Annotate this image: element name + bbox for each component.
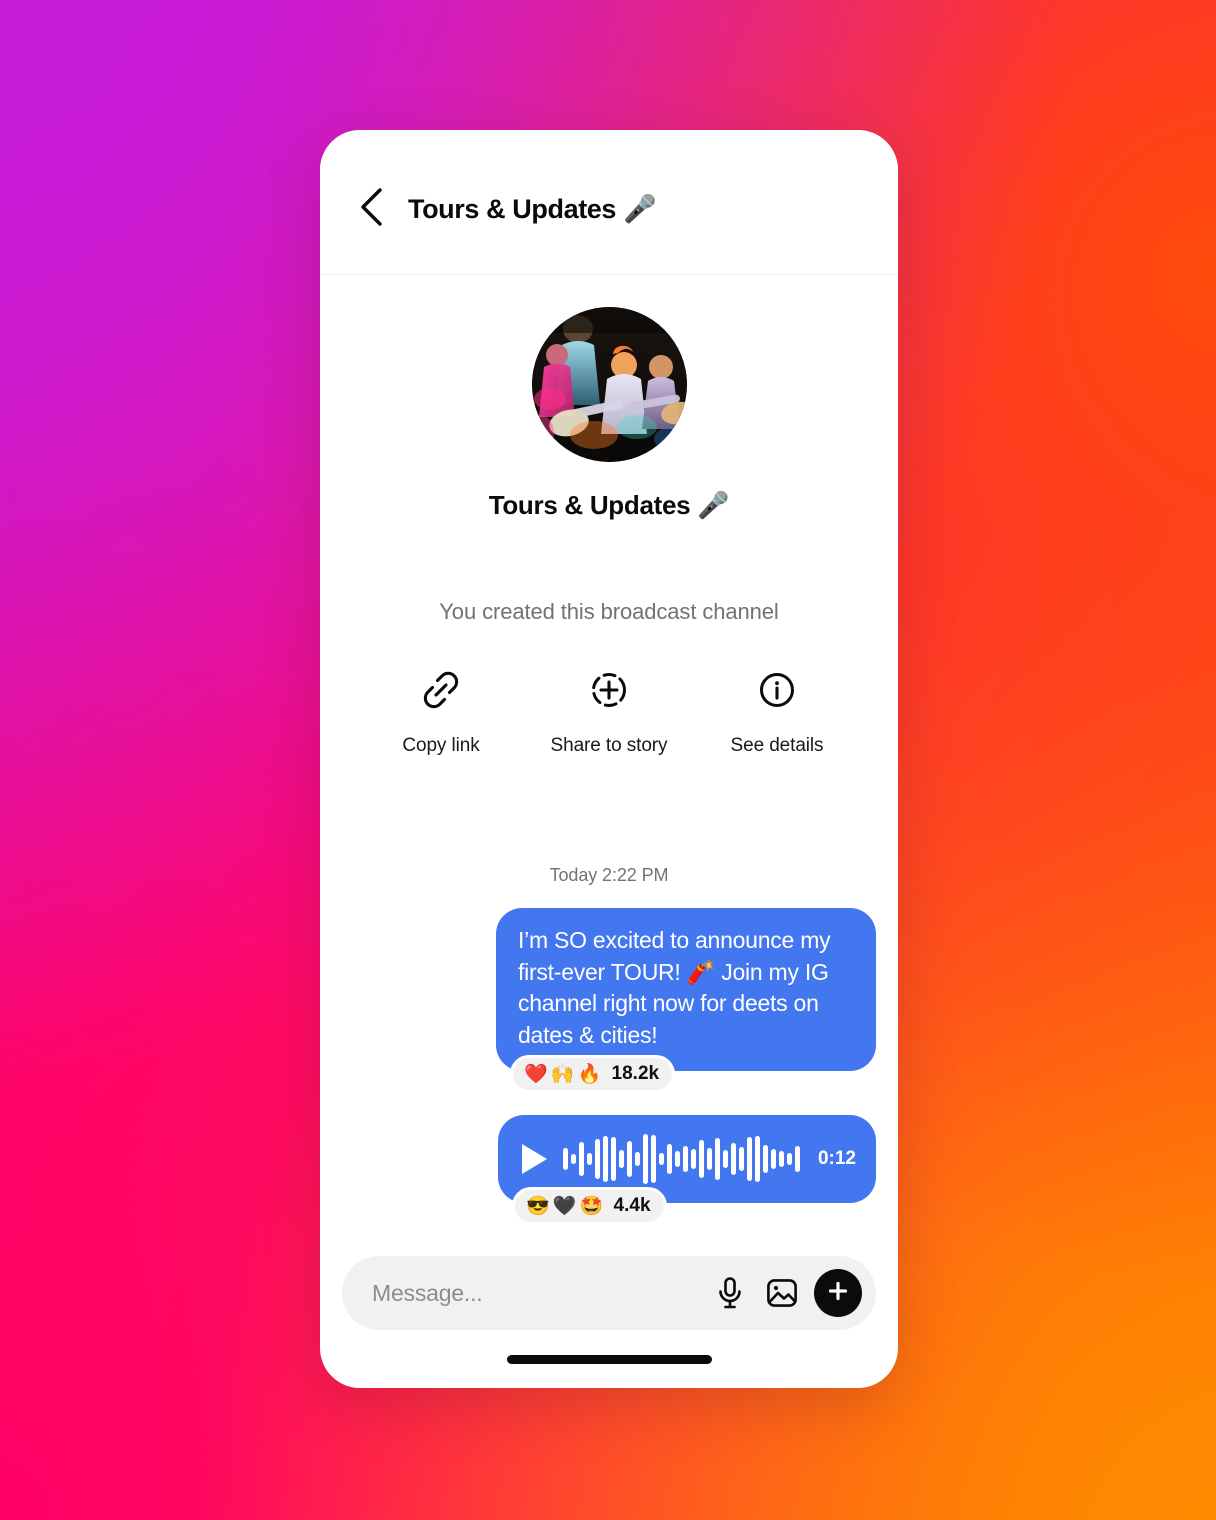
message-group-text: I’m SO excited to announce my first-ever… [496, 908, 876, 1093]
messages-list: I’m SO excited to announce my first-ever… [342, 908, 876, 1225]
text-message-bubble[interactable]: I’m SO excited to announce my first-ever… [496, 908, 876, 1071]
copy-link-button[interactable]: Copy link [357, 667, 525, 757]
play-icon[interactable] [522, 1143, 547, 1174]
message-input[interactable] [372, 1279, 704, 1307]
waveform-bar [747, 1136, 752, 1181]
waveform-bar [731, 1142, 736, 1175]
waveform-bar [715, 1137, 720, 1180]
waveform-bar [699, 1139, 704, 1178]
channel-intro: Tours & Updates 🎤 You created this broad… [342, 275, 876, 757]
waveform-bar [795, 1145, 800, 1172]
waveform-bar [659, 1152, 664, 1165]
waveform-bar [595, 1138, 600, 1179]
waveform-bar [787, 1152, 792, 1165]
home-indicator [506, 1354, 712, 1364]
reaction-emojis: ❤️ 🙌 🔥 [524, 1063, 602, 1085]
photo-icon[interactable] [756, 1277, 808, 1309]
message-thread: Tours & Updates 🎤 You created this broad… [320, 275, 898, 1242]
microphone-icon[interactable] [704, 1276, 756, 1310]
intro-actions: Copy link Share to story See details [342, 667, 876, 757]
waveform-bar [723, 1149, 728, 1168]
waveform-bar [739, 1146, 744, 1171]
voice-duration: 0:12 [817, 1147, 856, 1169]
avatar[interactable] [531, 307, 687, 462]
waveform-bar [651, 1134, 656, 1183]
waveform-bar [683, 1145, 688, 1172]
plus-icon [825, 1278, 851, 1309]
reaction-emojis: 😎 🖤 🤩 [526, 1195, 604, 1217]
waveform-bar [571, 1153, 576, 1164]
waveform-bar [611, 1136, 616, 1181]
reaction-pill[interactable]: ❤️ 🙌 🔥 18.2k [510, 1054, 676, 1093]
message-group-voice: 0:12 😎 🖤 🤩 4.4k [498, 1114, 876, 1225]
waveform-bar [707, 1147, 712, 1170]
waveform-bar [675, 1150, 680, 1167]
channel-name: Tours & Updates 🎤 [488, 490, 730, 520]
waveform-bar [579, 1141, 584, 1176]
info-circle-icon [755, 667, 799, 713]
waveform-bar [587, 1152, 592, 1165]
share-to-story-button[interactable]: Share to story [525, 667, 693, 757]
waveform[interactable] [563, 1133, 802, 1185]
waveform-bar [667, 1143, 672, 1174]
share-to-story-label: Share to story [550, 735, 668, 756]
chevron-left-icon [358, 187, 384, 232]
message-composer [342, 1256, 876, 1330]
waveform-bar [771, 1148, 776, 1169]
waveform-bar [691, 1148, 696, 1169]
reaction-count: 4.4k [613, 1194, 651, 1216]
phone-frame: Tours & Updates 🎤 Tours & Updates 🎤 You … [320, 130, 898, 1388]
waveform-bar [619, 1149, 624, 1168]
waveform-bar [635, 1151, 640, 1166]
waveform-bar [603, 1135, 608, 1182]
created-note: You created this broadcast channel [439, 599, 779, 624]
link-icon [419, 667, 463, 713]
chat-header: Tours & Updates 🎤 [320, 130, 898, 275]
reaction-count: 18.2k [611, 1062, 660, 1084]
waveform-bar [643, 1133, 648, 1184]
reaction-pill[interactable]: 😎 🖤 🤩 4.4k [512, 1186, 667, 1225]
waveform-bar [755, 1135, 760, 1182]
page-title: Tours & Updates 🎤 [408, 194, 657, 224]
home-indicator-area [320, 1330, 898, 1388]
see-details-button[interactable]: See details [693, 667, 861, 757]
add-to-story-icon [587, 667, 631, 713]
waveform-bar [763, 1144, 768, 1173]
back-button[interactable] [348, 186, 394, 232]
see-details-label: See details [730, 735, 824, 756]
waveform-bar [779, 1150, 784, 1167]
composer-area [320, 1242, 898, 1330]
add-content-button[interactable] [814, 1269, 862, 1317]
waveform-bar [563, 1147, 568, 1170]
day-timestamp: Today 2:22 PM [549, 865, 669, 885]
copy-link-label: Copy link [402, 735, 480, 756]
waveform-bar [627, 1140, 632, 1177]
